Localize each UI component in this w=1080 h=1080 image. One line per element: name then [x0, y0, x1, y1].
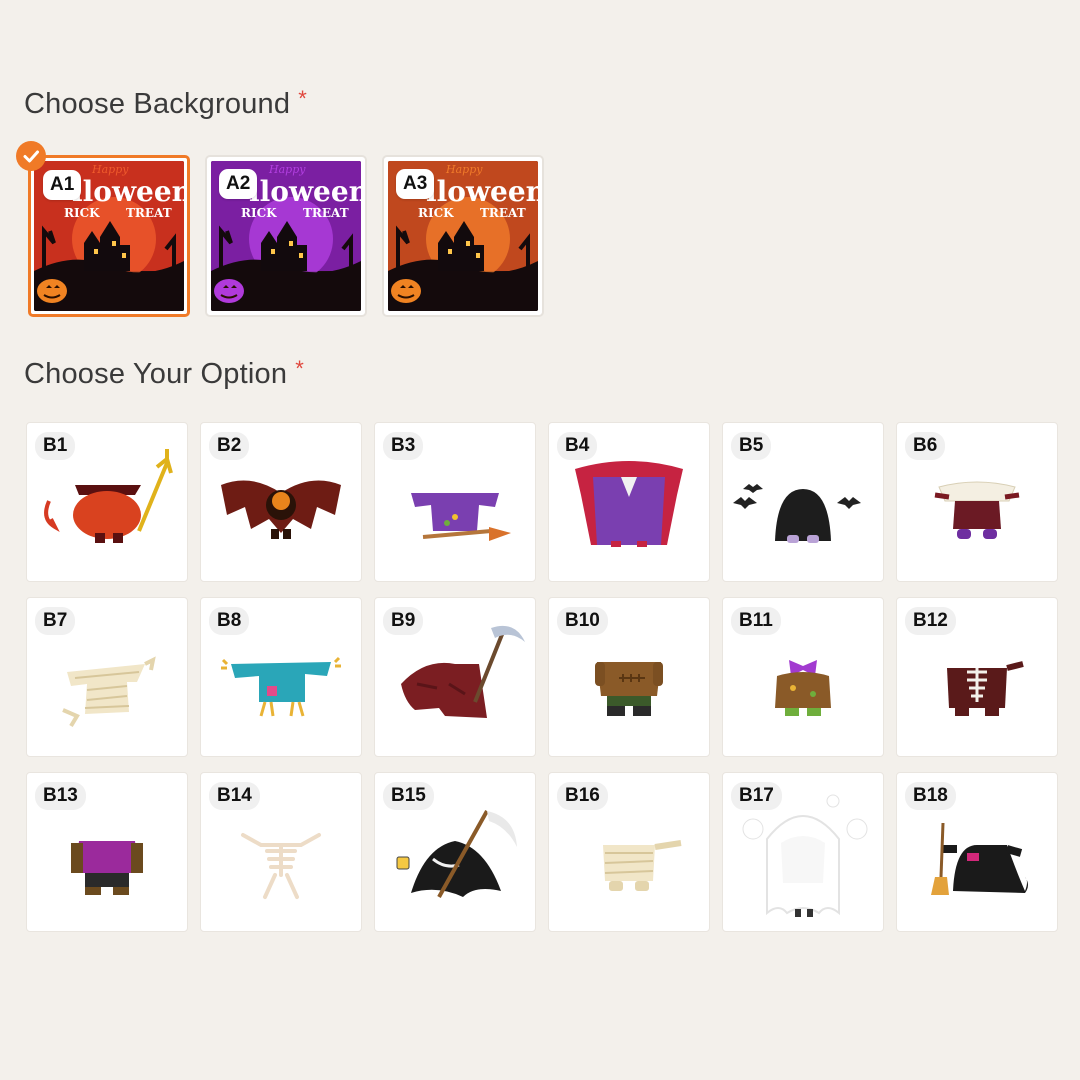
costume-option-code: B14 [209, 782, 260, 810]
costume-option-b14[interactable]: B14 [200, 772, 362, 932]
costume-option-code: B15 [383, 782, 434, 810]
svg-text:lloween: lloween [72, 175, 184, 208]
costume-option-code: B1 [35, 432, 76, 460]
costume-option-b10[interactable]: B10 [548, 597, 710, 757]
costume-option-code: B13 [35, 782, 86, 810]
svg-text:lloween: lloween [426, 175, 538, 208]
costume-option-code: B2 [209, 432, 250, 460]
costume-option-code: B10 [557, 607, 608, 635]
costume-options-grid: B1 B2 B3 B4 B5 B6 B7 B8 B9 B10 B11 B12 B… [26, 422, 1058, 932]
costume-option-code: B17 [731, 782, 782, 810]
costume-option-b17[interactable]: B17 [722, 772, 884, 932]
svg-text:lloween: lloween [249, 175, 361, 208]
svg-text:RICK: RICK [241, 206, 277, 220]
svg-text:TREAT: TREAT [480, 206, 526, 220]
costume-option-b6[interactable]: B6 [896, 422, 1058, 582]
costume-option-b7[interactable]: B7 [26, 597, 188, 757]
option-title-text: Choose Your Option [24, 358, 288, 390]
costume-option-b2[interactable]: B2 [200, 422, 362, 582]
costume-option-code: B5 [731, 432, 772, 460]
required-mark: * [298, 86, 307, 111]
costume-option-code: B16 [557, 782, 608, 810]
check-icon [16, 141, 46, 171]
costume-option-b5[interactable]: B5 [722, 422, 884, 582]
costume-option-code: B8 [209, 607, 250, 635]
costume-option-b16[interactable]: B16 [548, 772, 710, 932]
costume-option-code: B12 [905, 607, 956, 635]
costume-option-b15[interactable]: B15 [374, 772, 536, 932]
svg-text:RICK: RICK [64, 206, 100, 220]
costume-option-b12[interactable]: B12 [896, 597, 1058, 757]
svg-text:TREAT: TREAT [126, 206, 172, 220]
costume-option-code: B7 [35, 607, 76, 635]
costume-option-code: B6 [905, 432, 946, 460]
background-option-a1[interactable]: Happy lloween RICK TREAT A1 [28, 155, 190, 317]
costume-option-code: B18 [905, 782, 956, 810]
costume-option-b8[interactable]: B8 [200, 597, 362, 757]
background-title-text: Choose Background [24, 88, 291, 120]
svg-text:TREAT: TREAT [303, 206, 349, 220]
background-option-a2[interactable]: Happy lloween RICK TREAT A2 [205, 155, 367, 317]
background-option-code: A1 [43, 170, 82, 200]
costume-option-b1[interactable]: B1 [26, 422, 188, 582]
background-option-code: A3 [396, 169, 435, 199]
background-option-a3[interactable]: Happy lloween RICK TREAT A3 [382, 155, 544, 317]
costume-option-code: B9 [383, 607, 424, 635]
svg-text:RICK: RICK [418, 206, 454, 220]
costume-option-code: B4 [557, 432, 598, 460]
background-option-code: A2 [219, 169, 258, 199]
required-mark: * [295, 356, 304, 381]
option-section-title: Choose Your Option * [24, 356, 304, 391]
costume-option-b13[interactable]: B13 [26, 772, 188, 932]
background-section-title: Choose Background * [24, 86, 307, 121]
costume-option-b9[interactable]: B9 [374, 597, 536, 757]
costume-option-b18[interactable]: B18 [896, 772, 1058, 932]
costume-option-b4[interactable]: B4 [548, 422, 710, 582]
costume-option-b11[interactable]: B11 [722, 597, 884, 757]
costume-option-b3[interactable]: B3 [374, 422, 536, 582]
costume-option-code: B11 [731, 607, 781, 635]
background-options: Happy lloween RICK TREAT A1 Happy llowee… [28, 155, 568, 317]
costume-option-code: B3 [383, 432, 424, 460]
